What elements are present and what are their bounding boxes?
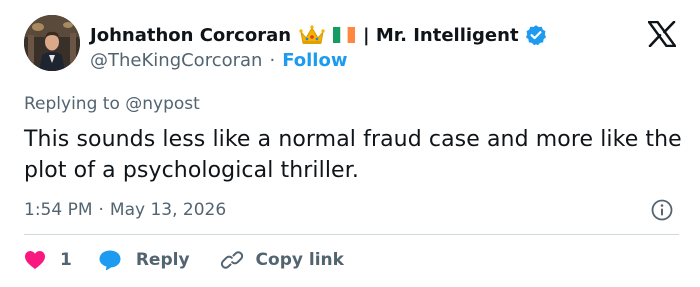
divider — [24, 234, 679, 235]
follow-button[interactable]: Follow — [282, 50, 347, 71]
author-name-suffix[interactable]: | Mr. Intelligent — [363, 25, 519, 46]
author-display-name[interactable]: Johnathon Corcoran — [90, 25, 291, 46]
like-button[interactable]: 1 — [24, 250, 72, 270]
avatar-image — [24, 15, 80, 71]
like-count: 1 — [60, 250, 72, 270]
copy-link-label: Copy link — [255, 250, 344, 270]
tweet-date: May 13, 2026 — [109, 200, 227, 220]
copy-link-button[interactable]: Copy link — [220, 248, 344, 272]
author-name-row: Johnathon Corcoran | Mr. Intelligent — [90, 22, 547, 48]
reply-bubble-icon — [98, 249, 122, 271]
crown-icon — [299, 24, 325, 46]
tweet-timestamp[interactable]: 1:54 PM · May 13, 2026 — [24, 197, 226, 223]
separator-dot: · — [269, 49, 276, 71]
author-handle[interactable]: @TheKingCorcoran — [90, 50, 262, 71]
author-handle-row: @TheKingCorcoran · Follow — [90, 48, 347, 72]
link-icon — [220, 248, 244, 272]
replying-to-label: Replying to @nypost — [24, 94, 200, 114]
avatar[interactable] — [24, 15, 80, 71]
tweet-text: This sounds less like a normal fraud cas… — [24, 127, 682, 183]
verified-badge-icon — [525, 24, 547, 46]
separator-dot: · — [98, 200, 104, 220]
info-icon[interactable] — [650, 198, 674, 222]
x-logo-icon[interactable] — [647, 20, 677, 48]
ireland-flag-icon — [333, 27, 356, 43]
tweet-time: 1:54 PM — [24, 200, 93, 220]
reply-button[interactable]: Reply — [98, 249, 190, 271]
tweet-card: Johnathon Corcoran | Mr. Intelligent @Th… — [0, 0, 700, 287]
reply-label: Reply — [135, 250, 190, 270]
heart-icon — [24, 250, 46, 270]
action-bar: 1 Reply Copy link — [24, 246, 344, 274]
